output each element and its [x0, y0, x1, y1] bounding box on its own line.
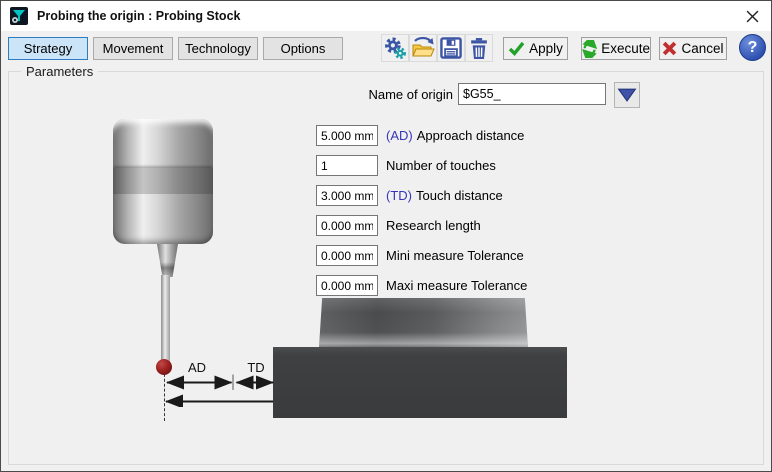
- apply-label: Apply: [529, 41, 563, 56]
- triangle-down-icon: [617, 87, 637, 103]
- probe-body-bottom: [113, 194, 213, 244]
- ad-prefix: (AD): [386, 128, 413, 143]
- settings-gears-icon: [384, 37, 407, 60]
- execute-label: Execute: [601, 41, 650, 56]
- open-folder-icon: [411, 37, 435, 59]
- save-icon: [440, 37, 462, 59]
- maxi-tolerance-label: Maxi measure Tolerance: [386, 278, 527, 293]
- stock-boss: [319, 298, 528, 347]
- probing-tool-icon: [10, 7, 28, 25]
- ad-dimension-label: AD: [182, 360, 212, 375]
- name-of-origin-label: Name of origin: [341, 87, 453, 102]
- apply-button[interactable]: Apply: [503, 37, 568, 60]
- tab-technology[interactable]: Technology: [178, 37, 258, 60]
- delete-button[interactable]: [465, 34, 493, 62]
- field-row-touch-distance: (TD) Touch distance: [316, 185, 503, 206]
- probe-body-top: [113, 119, 213, 168]
- open-button[interactable]: [409, 34, 437, 62]
- help-question-icon: ?: [748, 39, 758, 57]
- help-button[interactable]: ?: [739, 34, 766, 61]
- mini-tolerance-input[interactable]: [316, 245, 378, 266]
- number-of-touches-input[interactable]: [316, 155, 378, 176]
- approach-distance-label: Approach distance: [417, 128, 525, 143]
- research-length-input[interactable]: [316, 215, 378, 236]
- stock-base: [273, 347, 567, 418]
- cancel-label: Cancel: [681, 41, 723, 56]
- delete-trash-icon: [468, 37, 490, 60]
- parameters-group-label: Parameters: [21, 64, 98, 79]
- field-row-approach-distance: (AD) Approach distance: [316, 125, 524, 146]
- tab-movement[interactable]: Movement: [93, 37, 173, 60]
- origin-dropdown-button[interactable]: [614, 82, 640, 108]
- research-length-label: Research length: [386, 218, 481, 233]
- number-of-touches-label: Number of touches: [386, 158, 496, 173]
- touch-distance-input[interactable]: [316, 185, 378, 206]
- close-icon: [746, 10, 759, 23]
- td-prefix: (TD): [386, 188, 412, 203]
- tab-bar: Strategy Movement Technology Options: [8, 37, 343, 60]
- probe-body-middle: [113, 168, 213, 194]
- probe-stylus-shaft: [161, 275, 170, 363]
- cancel-button[interactable]: Cancel: [659, 37, 727, 60]
- check-icon: [508, 41, 525, 56]
- touch-distance-label: Touch distance: [416, 188, 503, 203]
- field-row-number-of-touches: Number of touches: [316, 155, 496, 176]
- td-dimension-label: TD: [241, 360, 271, 375]
- tab-strategy[interactable]: Strategy: [8, 37, 88, 60]
- approach-distance-input[interactable]: [316, 125, 378, 146]
- probing-dialog: Probing the origin : Probing Stock Strat…: [0, 0, 772, 472]
- mini-tolerance-label: Mini measure Tolerance: [386, 248, 524, 263]
- field-row-maxi-tolerance: Maxi measure Tolerance: [316, 275, 527, 296]
- execute-button[interactable]: Execute: [581, 37, 651, 60]
- maxi-tolerance-input[interactable]: [316, 275, 378, 296]
- title-bar: Probing the origin : Probing Stock: [1, 1, 771, 31]
- close-button[interactable]: [742, 6, 762, 26]
- settings-button[interactable]: [381, 34, 409, 62]
- dimension-arrows: [159, 373, 283, 407]
- x-icon: [662, 41, 677, 56]
- window-title: Probing the origin : Probing Stock: [37, 9, 240, 23]
- field-row-mini-tolerance: Mini measure Tolerance: [316, 245, 524, 266]
- refresh-arrows-icon: [582, 40, 597, 58]
- name-of-origin-input[interactable]: [458, 83, 606, 105]
- save-button[interactable]: [437, 34, 465, 62]
- tab-options[interactable]: Options: [263, 37, 343, 60]
- field-row-research-length: Research length: [316, 215, 481, 236]
